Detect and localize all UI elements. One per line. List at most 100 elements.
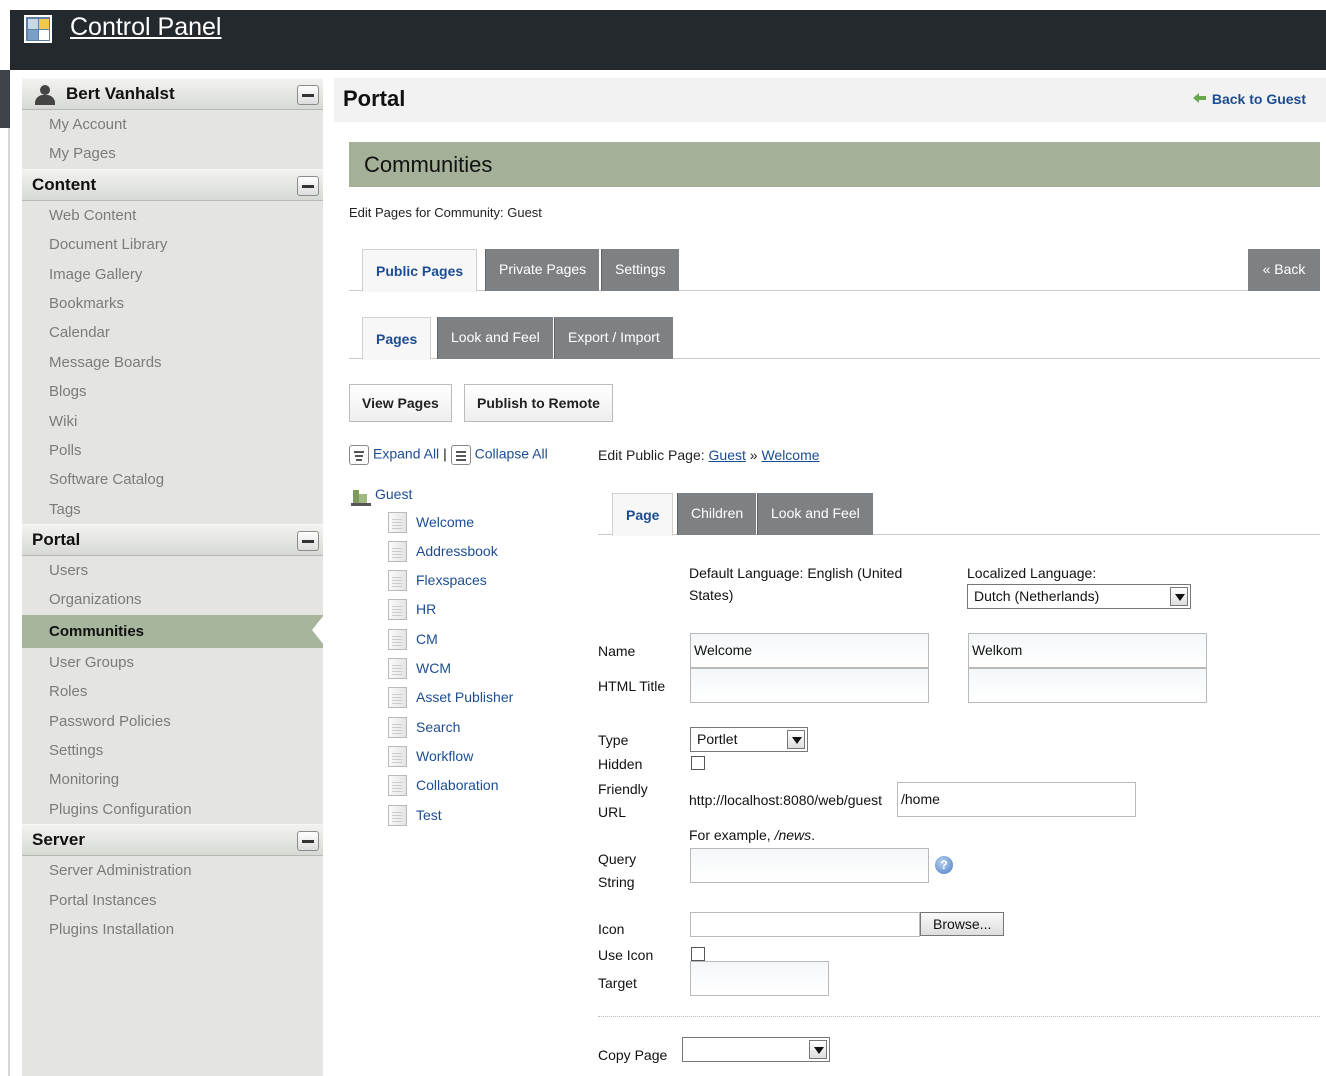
sidebar-item-plugins-installation[interactable]: Plugins Installation <box>22 915 323 944</box>
edit-page-breadcrumb: Edit Public Page: Guest » Welcome <box>598 447 820 463</box>
type-select[interactable]: Portlet <box>690 727 808 752</box>
sidebar-item-portal-instances[interactable]: Portal Instances <box>22 886 323 915</box>
html-title-label: HTML Title <box>598 678 666 694</box>
control-panel-logo-icon <box>24 15 52 43</box>
tree-item-cm[interactable]: CM <box>388 629 438 651</box>
sidebar-server-header[interactable]: Server <box>22 824 323 857</box>
copy-page-select[interactable] <box>682 1037 830 1062</box>
tree-item-workflow[interactable]: Workflow <box>388 746 473 768</box>
page-icon <box>388 746 407 767</box>
tab-settings[interactable]: Settings <box>601 249 679 291</box>
tab-private-pages[interactable]: Private Pages <box>485 249 600 291</box>
page-icon <box>388 658 407 679</box>
sidebar-item-software-catalog[interactable]: Software Catalog <box>22 465 323 494</box>
sidebar-item-blogs[interactable]: Blogs <box>22 377 323 406</box>
publish-to-remote-button[interactable]: Publish to Remote <box>464 384 613 422</box>
tree-item-label: CM <box>416 631 438 647</box>
sidebar-item-password-policies[interactable]: Password Policies <box>22 707 323 736</box>
name-input[interactable]: Welcome <box>690 633 929 668</box>
collapse-icon[interactable] <box>297 831 319 852</box>
sidebar-item-document-library[interactable]: Document Library <box>22 230 323 259</box>
friendly-url-input[interactable]: /home <box>897 782 1136 817</box>
sidebar-item-plugins-configuration[interactable]: Plugins Configuration <box>22 795 323 824</box>
breadcrumb-guest-link[interactable]: Guest <box>709 447 746 463</box>
tree-item-hr[interactable]: HR <box>388 599 436 621</box>
tree-item-welcome[interactable]: Welcome <box>388 512 474 534</box>
expand-collapse-row: Expand All | Collapse All <box>349 445 548 465</box>
html-title-localized-input[interactable] <box>968 668 1207 703</box>
tree-item-addressbook[interactable]: Addressbook <box>388 541 498 563</box>
chevron-down-icon <box>787 730 805 749</box>
tree-item-flexspaces[interactable]: Flexspaces <box>388 570 487 592</box>
page-icon <box>388 629 407 650</box>
tabs-level-2: Pages Look and Feel Export / Import <box>349 315 1320 360</box>
tree-item-label: WCM <box>416 660 451 676</box>
breadcrumb-welcome-link[interactable]: Welcome <box>761 447 819 463</box>
tab-pages[interactable]: Pages <box>362 317 432 360</box>
sidebar-user-header[interactable]: Bert Vanhalst <box>22 78 323 110</box>
tree-item-test[interactable]: Test <box>388 805 442 827</box>
sidebar-item-tags[interactable]: Tags <box>22 495 323 524</box>
tab-look-and-feel[interactable]: Look and Feel <box>437 317 553 359</box>
query-string-input[interactable] <box>690 848 929 883</box>
tree-item-collaboration[interactable]: Collaboration <box>388 775 499 797</box>
sidebar-item-settings[interactable]: Settings <box>22 736 323 765</box>
name-localized-input[interactable]: Welkom <box>968 633 1207 668</box>
sidebar-item-server-administration[interactable]: Server Administration <box>22 856 323 885</box>
use-icon-label: Use Icon <box>598 947 654 963</box>
tab-export-import[interactable]: Export / Import <box>554 317 673 359</box>
tab-public-pages[interactable]: Public Pages <box>362 249 478 292</box>
back-to-guest[interactable]: Back to Guest <box>1192 91 1306 107</box>
sidebar-item-wiki[interactable]: Wiki <box>22 407 323 436</box>
tree-item-wcm[interactable]: WCM <box>388 658 451 680</box>
sidebar-item-my-account[interactable]: My Account <box>22 110 323 139</box>
browse-button[interactable]: Browse... <box>920 912 1005 936</box>
tree-item-label: Asset Publisher <box>416 689 514 705</box>
sidebar-section-title: Portal <box>32 530 81 550</box>
localized-language-select[interactable]: Dutch (Netherlands) <box>967 584 1191 609</box>
sidebar-item-organizations[interactable]: Organizations <box>22 585 323 614</box>
sidebar-item-my-pages[interactable]: My Pages <box>22 139 323 168</box>
breadcrumb-separator: » <box>745 447 762 463</box>
user-name: Bert Vanhalst <box>66 84 175 103</box>
tree-root[interactable]: Guest <box>351 486 581 508</box>
back-button[interactable]: « Back <box>1248 249 1320 291</box>
control-panel-title-link[interactable]: Control Panel <box>70 13 221 42</box>
tree-item-search[interactable]: Search <box>388 717 460 739</box>
type-value: Portlet <box>697 731 738 747</box>
sidebar-item-image-gallery[interactable]: Image Gallery <box>22 260 323 289</box>
hidden-checkbox[interactable] <box>691 756 705 770</box>
expand-all-link[interactable]: Expand All <box>373 446 439 462</box>
html-title-input[interactable] <box>690 668 929 703</box>
collapse-icon[interactable] <box>297 175 319 196</box>
sidebar-item-user-groups[interactable]: User Groups <box>22 648 323 677</box>
name-label: Name <box>598 643 636 659</box>
use-icon-checkbox[interactable] <box>691 947 705 961</box>
sidebar-item-message-boards[interactable]: Message Boards <box>22 348 323 377</box>
back-to-guest-link[interactable]: Back to Guest <box>1212 91 1306 107</box>
sidebar-item-monitoring[interactable]: Monitoring <box>22 765 323 794</box>
icon-file-input[interactable] <box>690 912 920 937</box>
sidebar-item-roles[interactable]: Roles <box>22 677 323 706</box>
sidebar-item-web-content[interactable]: Web Content <box>22 201 323 230</box>
tab-children[interactable]: Children <box>677 493 757 535</box>
sidebar-item-communities[interactable]: Communities <box>22 614 324 648</box>
left-edge <box>0 70 10 1076</box>
tab-page[interactable]: Page <box>612 493 674 536</box>
tree-item-asset-publisher[interactable]: Asset Publisher <box>388 687 513 709</box>
sidebar-item-calendar[interactable]: Calendar <box>22 318 323 347</box>
sidebar-content-header[interactable]: Content <box>22 168 323 201</box>
view-pages-button[interactable]: View Pages <box>349 384 452 422</box>
collapse-icon[interactable] <box>297 85 319 105</box>
target-input[interactable] <box>690 961 829 996</box>
sidebar-item-polls[interactable]: Polls <box>22 436 323 465</box>
sidebar-item-users[interactable]: Users <box>22 556 323 585</box>
community-icon <box>351 486 371 506</box>
sidebar-portal-header[interactable]: Portal <box>22 524 323 557</box>
tab-page-look-and-feel[interactable]: Look and Feel <box>757 493 873 535</box>
sidebar-item-bookmarks[interactable]: Bookmarks <box>22 289 323 318</box>
collapse-icon[interactable] <box>297 531 319 552</box>
collapse-all-link[interactable]: Collapse All <box>475 446 548 462</box>
friendly-url-example: For example, /news. <box>689 824 815 846</box>
help-icon[interactable]: ? <box>935 856 953 874</box>
